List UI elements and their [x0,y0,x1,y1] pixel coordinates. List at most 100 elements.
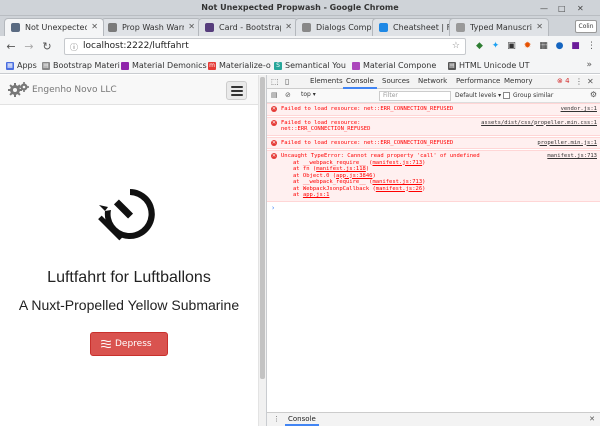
message-text: Failed to load resource: net::ERR_CONNEC… [281,106,454,112]
bookmarks-overflow-icon[interactable]: » [586,60,592,70]
url-text[interactable]: localhost:2222/luftfahrt [83,41,189,51]
message-source-link[interactable]: vendor.js:1 [561,106,597,113]
bookmark-favicon-icon [121,62,129,70]
devtools-tab-elements[interactable]: Elements [307,77,346,85]
scrollbar-thumb[interactable] [260,77,265,379]
tab-favicon-icon [302,23,311,32]
bookmark-label: Semantical You [285,61,346,70]
twitter-icon[interactable]: ✦ [490,41,501,52]
devtools-tab-console[interactable]: Console [343,77,377,89]
tab-close-icon[interactable]: ✕ [188,22,195,31]
page-subheadline: A Nuxt-Propelled Yellow Submarine [18,297,240,313]
console-error-message[interactable]: ✕ propeller.min.js:1 Failed to load resour… [267,136,600,149]
browser-tab[interactable]: Typed Manuscri ✕ [449,18,549,36]
log-levels-select[interactable]: Default levels ▾ [455,92,501,99]
stack-frame-link[interactable]: app.js:1 [303,192,330,198]
stack-frame-link[interactable]: manifest.js:713 [372,160,422,166]
bookmark-favicon-icon: S [274,62,282,70]
browser-tab[interactable]: Prop Wash Warr ✕ [101,18,201,36]
bookmark-item[interactable]: m Materialize-o [208,61,271,70]
star-icon[interactable]: ☆ [452,41,460,51]
drawer-menu-icon[interactable]: ⋮ [273,415,280,423]
console-settings-icon[interactable]: ⚙ [590,90,597,99]
bookmark-item[interactable]: ▤ Bootstrap Materi [42,61,120,70]
clear-console-icon[interactable]: ⊘ [285,91,291,99]
forward-icon[interactable]: → [22,40,36,53]
devtools-panel: ⬚ ▯ Elements Console Sources Network Perform… [266,75,600,426]
tab-strip: Not Unexpected ✕ Prop Wash Warr ✕ Card - Boo… [0,16,600,36]
browser-toolbar: ← → ↻ ⓘ localhost:2222/luftfahrt ☆ ◆ ✦ ▣… [0,36,600,58]
browser-tab[interactable]: Not Unexpected ✕ [4,18,104,36]
stack-frame-link[interactable]: app.js:3846 [336,173,372,179]
extension-grid-icon[interactable]: ▣ [506,41,517,52]
page-headline: Luftfahrt for Luftballons [47,269,211,286]
tab-favicon-icon [108,23,117,32]
group-similar-checkbox[interactable] [503,92,510,99]
devtools-tab-sources[interactable]: Sources [379,77,413,85]
tab-close-icon[interactable]: ✕ [91,22,98,31]
message-source-link[interactable]: manifest.js:713 [547,153,597,160]
context-select[interactable]: top ▾ [301,91,316,98]
bookmark-item[interactable]: Material Demonics [121,61,207,70]
tab-label: Prop Wash Warr [122,23,184,32]
devtools-tab-memory[interactable]: Memory [501,77,535,85]
info-icon[interactable]: ⓘ [70,42,78,53]
message-source-link[interactable]: propeller.min.js:1 [537,140,597,147]
message-text: net::ERR_CONNECTION_REFUSED [281,126,371,132]
bookmark-label: Materialize-o [219,61,271,70]
depress-me-label: Depress Me [115,339,152,371]
stack-frame-link[interactable]: manifest.js:118 [316,166,366,172]
bookmark-item[interactable]: S Semantical You [274,61,346,70]
stack-frame-suffix: ) [422,159,426,166]
browser-tab[interactable]: Card - Bootstrap ✕ [198,18,298,36]
extension-shield-icon[interactable]: ◆ [474,41,485,52]
navbar-toggle-button[interactable] [226,81,247,100]
console-error-message[interactable]: ✕ manifest.js:713 Uncaught TypeError: Cann… [267,150,600,202]
stack-frame-suffix: ) [422,179,426,185]
brand-name[interactable]: Engenho Novo LLC [32,85,117,95]
extension-bug-icon[interactable]: ✹ [522,41,533,52]
error-icon: ✕ [271,153,277,159]
window-title: Not Unexpected Propwash - Google Chrome [201,3,399,12]
drawer-close-icon[interactable]: ✕ [589,415,595,423]
inspect-element-icon[interactable]: ⬚ [271,77,279,86]
bookmark-label: Apps [17,61,37,70]
menu-icon[interactable]: ⋮ [586,41,597,52]
extension-puzzle-icon[interactable]: ▦ [538,41,549,52]
page-scrollbar[interactable] [258,75,266,426]
device-toolbar-icon[interactable]: ▯ [285,77,289,86]
reload-icon[interactable]: ↻ [40,40,54,53]
stack-frame-link[interactable]: manifest.js:26 [376,186,422,192]
profile-button[interactable]: Colin [575,20,597,33]
devtools-close-icon[interactable]: ✕ [587,77,594,86]
devtools-tab-performance[interactable]: Performance [453,77,503,85]
bookmark-favicon-icon: ▤ [42,62,50,70]
sidebar-toggle-icon[interactable]: ▤ [271,91,278,99]
stack-frame-text: at [293,192,303,198]
message-source-link[interactable]: assets/dist/css/propeller.min.css:1 [481,120,597,127]
devtools-menu-icon[interactable]: ⋮ [575,77,583,86]
depress-me-button[interactable]: Depress Me [90,332,168,371]
devtools-tab-network[interactable]: Network [415,77,450,85]
tab-close-icon[interactable]: ✕ [285,22,292,31]
address-bar[interactable]: ⓘ localhost:2222/luftfahrt ☆ [64,38,466,55]
drawer-tab-console[interactable]: Console [285,415,319,426]
back-icon[interactable]: ← [4,40,18,53]
console-error-message[interactable]: ✕ vendor.js:1 Failed to load resource: net… [267,103,600,116]
close-window-icon[interactable]: ✕ [577,4,584,13]
bookmark-item[interactable]: ▦ Apps [6,61,37,70]
console-prompt-icon[interactable]: › [267,204,600,212]
tab-close-icon[interactable]: ✕ [536,22,543,31]
bookmark-item[interactable]: Material Compone [352,61,436,70]
minimize-icon[interactable]: — [540,4,548,13]
console-filter-input[interactable]: Filter [379,91,451,101]
stack-frame-link[interactable]: manifest.js:713 [372,179,422,185]
bookmark-item[interactable]: ▤ HTML Unicode UT [448,61,530,70]
console-error-message[interactable]: ✕ assets/dist/css/propeller.min.css:1 Fail… [267,116,600,136]
extension-circle-icon[interactable]: ● [554,41,565,52]
maximize-icon[interactable]: □ [558,4,566,13]
extension-square-icon[interactable]: ■ [570,41,581,52]
bookmark-favicon-icon: m [208,62,216,70]
error-count-badge[interactable]: ⊗ 4 [557,77,570,85]
bookmarks-bar: ▦ Apps ▤ Bootstrap Materi Material Demonics m… [0,58,600,74]
